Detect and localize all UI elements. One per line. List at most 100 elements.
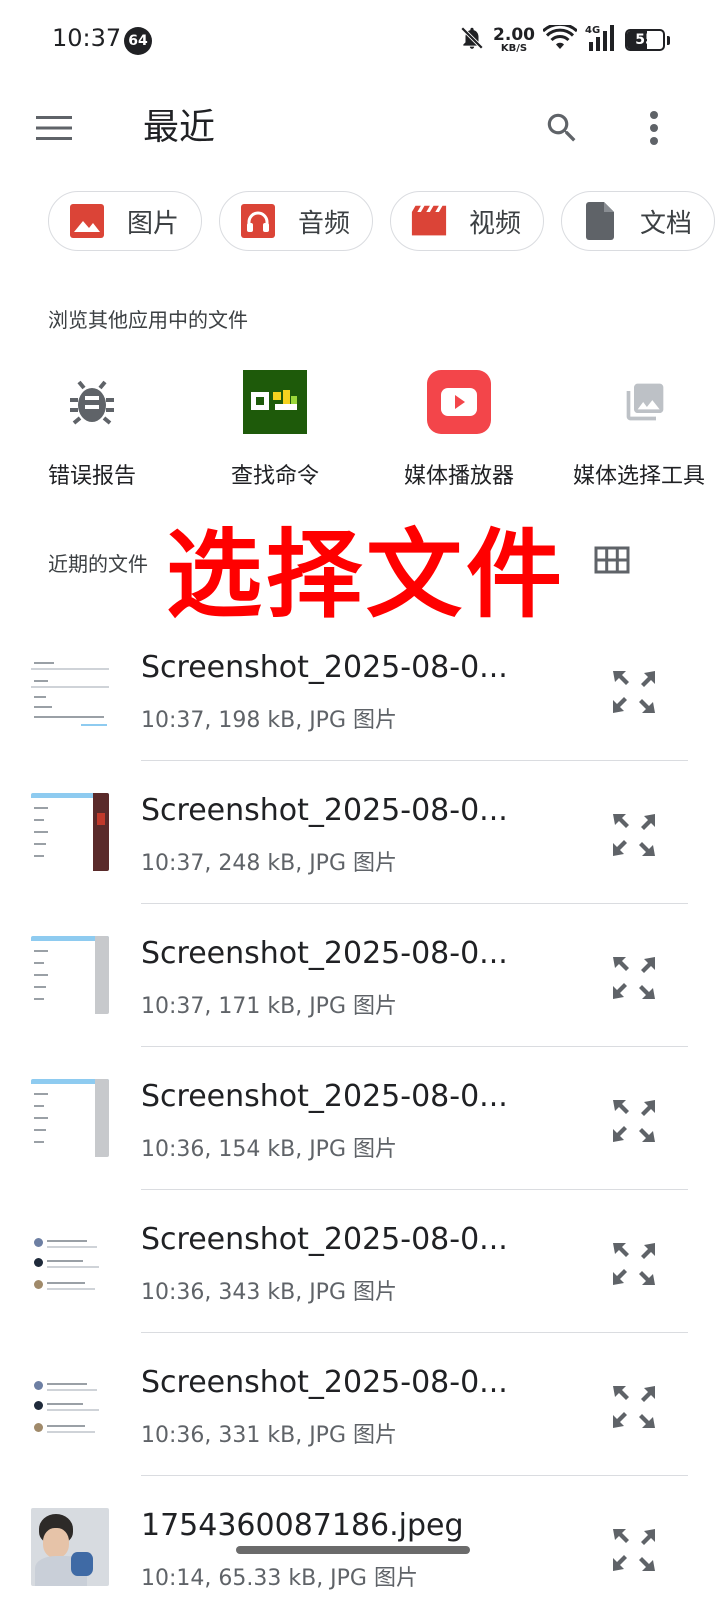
app-find-command[interactable]: 查找命令 bbox=[175, 370, 375, 490]
youtube-play-icon bbox=[427, 370, 491, 434]
image-icon bbox=[69, 203, 105, 239]
gesture-nav-handle[interactable] bbox=[236, 1546, 470, 1554]
row-divider bbox=[141, 760, 688, 761]
file-thumbnail bbox=[31, 1222, 109, 1300]
file-name: Screenshot_2025-08-0... bbox=[141, 650, 508, 685]
find-command-icon bbox=[243, 370, 307, 434]
file-name: 1754360087186.jpeg bbox=[141, 1508, 464, 1543]
file-row[interactable]: Screenshot_2025-08-0... 10:37, 198 kB, J… bbox=[0, 640, 720, 783]
page-title: 最近 bbox=[143, 107, 216, 148]
battery-tip bbox=[667, 35, 670, 45]
app-name: 媒体选择工具 bbox=[573, 464, 706, 489]
chip-audio[interactable]: 音频 bbox=[219, 191, 374, 251]
file-name: Screenshot_2025-08-0... bbox=[141, 1365, 508, 1400]
app-media-player[interactable]: 媒体播放器 bbox=[359, 370, 559, 490]
bell-off-icon bbox=[459, 25, 485, 55]
photo-library-icon bbox=[613, 370, 677, 434]
recent-files-list: Screenshot_2025-08-0... 10:37, 198 kB, J… bbox=[0, 640, 720, 1604]
file-meta: 10:36, 154 kB, JPG 图片 bbox=[141, 1137, 397, 1162]
app-name: 媒体播放器 bbox=[403, 464, 514, 489]
files-app-screen: 10:37 64 2.00 KB/S 4G 55 最近 图片 音频 视频 文档 … bbox=[0, 0, 720, 1604]
app-name: 查找命令 bbox=[230, 464, 319, 489]
menu-button[interactable] bbox=[30, 104, 78, 152]
preview-button[interactable] bbox=[606, 1379, 662, 1435]
file-meta: 10:37, 171 kB, JPG 图片 bbox=[141, 994, 397, 1019]
preview-button[interactable] bbox=[606, 1522, 662, 1578]
preview-button[interactable] bbox=[606, 950, 662, 1006]
top-app-bar: 最近 bbox=[0, 82, 720, 174]
preview-button[interactable] bbox=[606, 1093, 662, 1149]
recent-files-heading: 近期的文件 bbox=[48, 552, 148, 576]
file-row[interactable]: Screenshot_2025-08-0... 10:36, 154 kB, J… bbox=[0, 1069, 720, 1212]
net-speed-unit: KB/S bbox=[500, 42, 528, 54]
search-icon bbox=[547, 113, 576, 142]
status-bar: 10:37 64 2.00 KB/S 4G 55 bbox=[0, 0, 720, 82]
battery-level: 55 bbox=[635, 32, 655, 48]
more-options-button[interactable] bbox=[630, 104, 678, 152]
row-divider bbox=[141, 903, 688, 904]
file-meta: 10:36, 343 kB, JPG 图片 bbox=[141, 1280, 397, 1305]
file-meta: 10:37, 248 kB, JPG 图片 bbox=[141, 851, 397, 876]
expand-icon bbox=[613, 1529, 655, 1571]
other-apps-row: 错误报告 查找命令 媒体播放器 媒体选择工具 bbox=[0, 370, 720, 500]
chip-label: 音频 bbox=[298, 208, 351, 239]
expand-icon bbox=[613, 1100, 655, 1142]
document-icon bbox=[582, 202, 618, 240]
expand-icon bbox=[613, 957, 655, 999]
select-file-overlay: 选择文件 bbox=[166, 519, 566, 631]
file-meta: 10:14, 65.33 kB, JPG 图片 bbox=[141, 1566, 418, 1591]
status-icons: 2.00 KB/S 4G 55 bbox=[459, 22, 670, 58]
app-bug-report[interactable]: 错误报告 bbox=[0, 370, 192, 490]
bug-icon bbox=[60, 370, 124, 434]
svg-text:4G: 4G bbox=[585, 25, 600, 36]
file-row[interactable]: Screenshot_2025-08-0... 10:36, 343 kB, J… bbox=[0, 1212, 720, 1355]
grid-view-toggle[interactable] bbox=[588, 536, 636, 584]
row-divider bbox=[141, 1332, 688, 1333]
chip-documents[interactable]: 文档 bbox=[561, 191, 716, 251]
movie-icon bbox=[411, 203, 447, 239]
chip-label: 图片 bbox=[127, 208, 180, 239]
row-divider bbox=[141, 1475, 688, 1476]
chip-video[interactable]: 视频 bbox=[390, 191, 545, 251]
net-speed: 2.00 KB/S bbox=[493, 24, 535, 54]
preview-button[interactable] bbox=[606, 664, 662, 720]
file-thumbnail bbox=[31, 1079, 109, 1157]
expand-icon bbox=[613, 1386, 655, 1428]
expand-icon bbox=[613, 1243, 655, 1285]
notification-count-badge: 64 bbox=[124, 27, 152, 55]
grid-view-icon bbox=[594, 546, 630, 574]
app-media-picker[interactable]: 媒体选择工具 bbox=[543, 370, 720, 490]
row-divider bbox=[141, 1046, 688, 1047]
row-divider bbox=[141, 1189, 688, 1190]
file-name: Screenshot_2025-08-0... bbox=[141, 793, 508, 828]
category-chips: 图片 音频 视频 文档 bbox=[48, 191, 716, 253]
preview-button[interactable] bbox=[606, 1236, 662, 1292]
menu-icon bbox=[36, 116, 72, 140]
chip-label: 视频 bbox=[469, 208, 522, 239]
expand-icon bbox=[613, 814, 655, 856]
expand-icon bbox=[613, 671, 655, 713]
file-name: Screenshot_2025-08-0... bbox=[141, 1222, 508, 1257]
wifi-icon bbox=[541, 22, 579, 55]
file-name: Screenshot_2025-08-0... bbox=[141, 1079, 508, 1114]
more-vert-icon bbox=[650, 111, 658, 145]
file-row[interactable]: Screenshot_2025-08-0... 10:36, 331 kB, J… bbox=[0, 1355, 720, 1498]
file-name: Screenshot_2025-08-0... bbox=[141, 936, 508, 971]
file-row[interactable]: Screenshot_2025-08-0... 10:37, 171 kB, J… bbox=[0, 926, 720, 1069]
signal-icon: 4G bbox=[585, 24, 617, 56]
file-thumbnail bbox=[31, 650, 109, 728]
net-speed-value: 2.00 bbox=[493, 24, 535, 45]
status-time: 10:37 bbox=[52, 24, 122, 52]
chip-label: 文档 bbox=[640, 208, 693, 239]
browse-apps-heading: 浏览其他应用中的文件 bbox=[48, 308, 248, 332]
preview-button[interactable] bbox=[606, 807, 662, 863]
file-thumbnail bbox=[31, 1365, 109, 1443]
file-meta: 10:37, 198 kB, JPG 图片 bbox=[141, 708, 397, 733]
file-thumbnail bbox=[31, 936, 109, 1014]
file-thumbnail bbox=[31, 793, 109, 871]
file-row[interactable]: Screenshot_2025-08-0... 10:37, 248 kB, J… bbox=[0, 783, 720, 926]
search-button[interactable] bbox=[538, 104, 586, 152]
file-thumbnail bbox=[31, 1508, 109, 1586]
file-meta: 10:36, 331 kB, JPG 图片 bbox=[141, 1423, 397, 1448]
chip-images[interactable]: 图片 bbox=[48, 191, 203, 251]
